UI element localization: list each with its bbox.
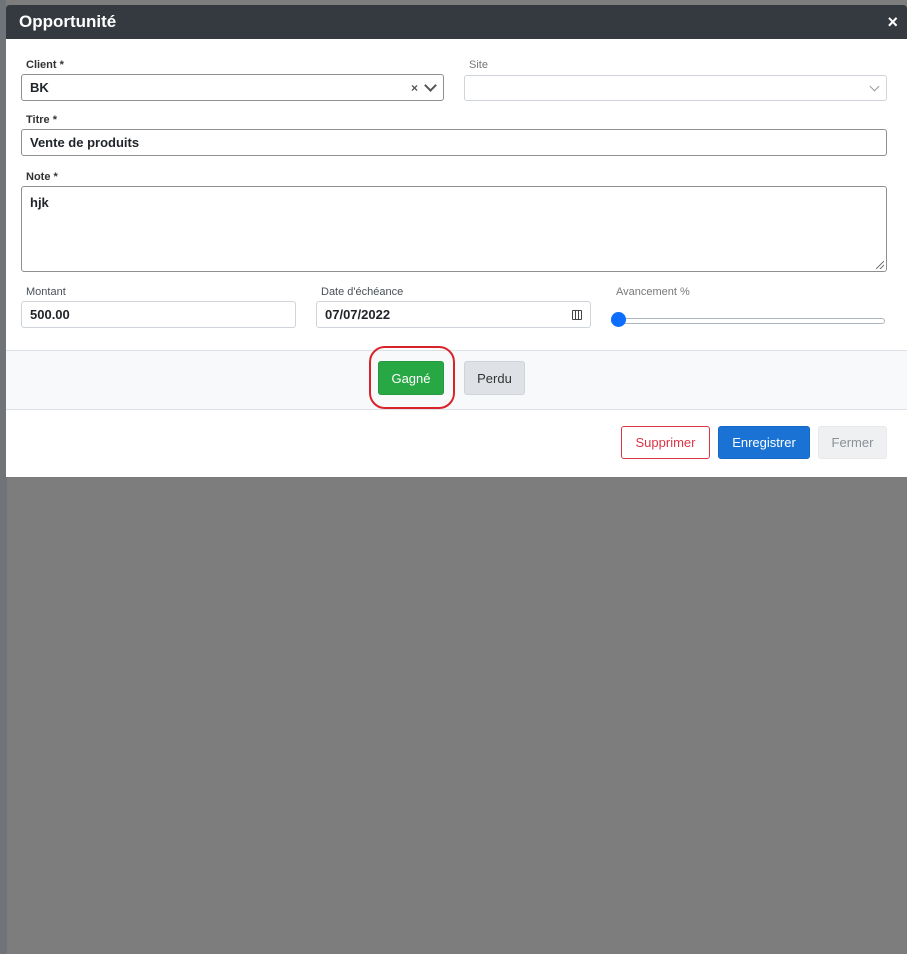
due-date-input[interactable]: 07/07/2022 [316,301,591,328]
site-label: Site [469,59,488,71]
highlight-annotation [369,346,455,409]
amount-value: 500.00 [30,307,70,322]
calendar-icon[interactable] [572,309,582,320]
lost-button[interactable]: Perdu [464,361,525,395]
modal-header: Opportunité × [6,5,907,39]
chevron-down-icon[interactable] [424,79,437,92]
delete-button[interactable]: Supprimer [621,426,710,459]
note-label: Note * [26,171,58,183]
opportunity-modal: Opportunité × Client * BK × Site Titre *… [6,5,907,477]
modal-title: Opportunité [19,12,117,31]
resize-grip-icon[interactable] [876,261,884,269]
amount-input[interactable]: 500.00 [21,301,296,328]
note-value: hjk [30,195,49,210]
progress-label: Avancement % [616,286,690,298]
chevron-down-icon[interactable] [869,81,880,91]
title-input[interactable]: Vente de produits [21,129,887,156]
close-button[interactable]: Fermer [818,426,887,459]
progress-slider-thumb[interactable] [611,312,626,327]
client-label: Client * [26,59,64,71]
title-label: Titre * [26,114,57,126]
status-section [6,351,907,409]
close-icon[interactable]: × [887,13,898,31]
due-date-label: Date d'échéance [321,286,404,298]
save-button[interactable]: Enregistrer [718,426,810,459]
title-value: Vente de produits [30,135,140,150]
clear-icon[interactable]: × [411,81,418,95]
client-value: BK [30,80,49,95]
divider [6,409,907,410]
due-date-value: 07/07/2022 [325,307,391,322]
note-textarea[interactable]: hjk [21,186,887,272]
progress-slider[interactable] [611,318,885,324]
site-select[interactable] [464,75,887,101]
amount-label: Montant [26,286,66,298]
background-app-right [0,477,7,954]
client-select[interactable]: BK × [21,74,444,101]
